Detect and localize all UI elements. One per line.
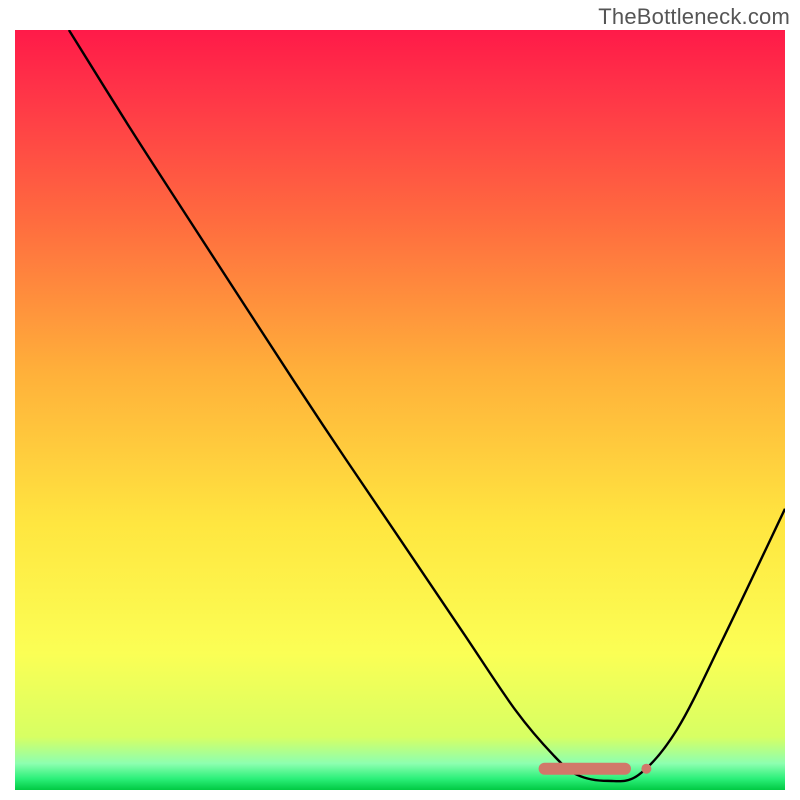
gradient-background [15,30,785,790]
chart-area [15,30,785,790]
watermark-text: TheBottleneck.com [598,4,790,30]
chart-svg [15,30,785,790]
